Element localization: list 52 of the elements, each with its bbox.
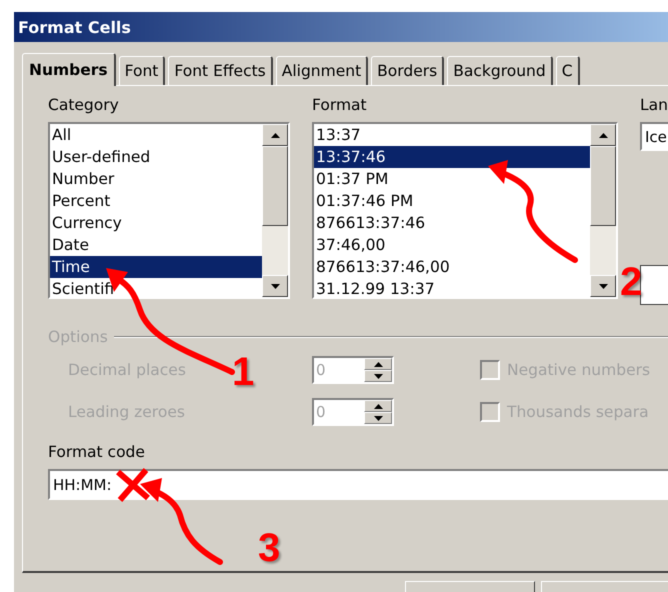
tab[interactable]: Font Effects bbox=[168, 56, 273, 85]
list-item[interactable]: 01:37:46 PM bbox=[314, 190, 590, 212]
list-item[interactable]: All bbox=[50, 124, 262, 146]
scroll-down-button[interactable] bbox=[262, 275, 288, 297]
list-item[interactable]: 876613:37:46 bbox=[314, 212, 590, 234]
format-code-field[interactable]: HH:MM: bbox=[48, 469, 668, 500]
list-item[interactable]: Percent bbox=[50, 190, 262, 212]
annotation-number: 3 bbox=[258, 528, 280, 568]
list-item[interactable]: 01:37 PM bbox=[314, 168, 590, 190]
tab[interactable]: Alignment bbox=[276, 56, 368, 85]
list-label: Format bbox=[312, 96, 368, 114]
list-item[interactable]: User-defined bbox=[50, 146, 262, 168]
scrollbar[interactable] bbox=[590, 124, 616, 297]
scrollbar-thumb[interactable] bbox=[262, 146, 288, 226]
cross-mark-icon bbox=[115, 467, 151, 503]
scroll-up-button[interactable] bbox=[262, 124, 288, 146]
down-arrow-icon bbox=[270, 284, 280, 288]
scroll-down-button[interactable] bbox=[590, 275, 616, 297]
list-item[interactable]: Currency bbox=[50, 212, 262, 234]
down-arrow-icon bbox=[598, 284, 608, 288]
list-item[interactable]: 876613:37:46,00 bbox=[314, 256, 590, 278]
format-list[interactable]: 13:37 13:37:46 01:37 PM 01:37:46 PM 876613:37:46 37:46,00 876613:37:46,00 31.12.99 13:37 bbox=[312, 122, 618, 299]
list-item[interactable]: Time bbox=[50, 256, 262, 278]
up-arrow-icon bbox=[374, 404, 382, 408]
tab[interactable]: Borders bbox=[371, 56, 444, 85]
window-title: Format Cells bbox=[18, 18, 131, 36]
up-arrow-icon bbox=[374, 362, 382, 366]
tab[interactable]: C bbox=[556, 56, 580, 85]
down-arrow-icon bbox=[374, 416, 382, 420]
language-field[interactable]: Ice bbox=[640, 122, 668, 151]
annotation-number: 1 bbox=[232, 352, 254, 392]
list-item[interactable]: 31.12.99 13:37 bbox=[314, 278, 590, 297]
list-item[interactable]: 37:46,00 bbox=[314, 234, 590, 256]
tab[interactable]: Font bbox=[118, 56, 166, 85]
tab[interactable]: Background bbox=[447, 56, 553, 85]
preview-box bbox=[640, 265, 668, 305]
up-arrow-icon bbox=[270, 132, 280, 138]
format-code-label: Format code bbox=[48, 443, 146, 461]
scrollbar[interactable] bbox=[262, 124, 288, 297]
down-arrow-icon bbox=[374, 374, 382, 378]
scroll-up-button[interactable] bbox=[590, 124, 616, 146]
list-item[interactable]: Date bbox=[50, 234, 262, 256]
scrollbar-thumb[interactable] bbox=[590, 146, 616, 226]
category-list[interactable]: All User-defined Number Percent Currency Date Time Scientifi bbox=[48, 122, 290, 299]
tab[interactable]: Numbers bbox=[22, 53, 116, 86]
list-item[interactable]: 13:37:46 bbox=[314, 146, 590, 168]
list-item[interactable]: Scientifi bbox=[50, 278, 262, 297]
list-item[interactable]: Number bbox=[50, 168, 262, 190]
list-label: Category bbox=[48, 96, 120, 114]
list-item[interactable]: 13:37 bbox=[314, 124, 590, 146]
language-label: Lan bbox=[640, 96, 668, 114]
up-arrow-icon bbox=[598, 132, 608, 138]
